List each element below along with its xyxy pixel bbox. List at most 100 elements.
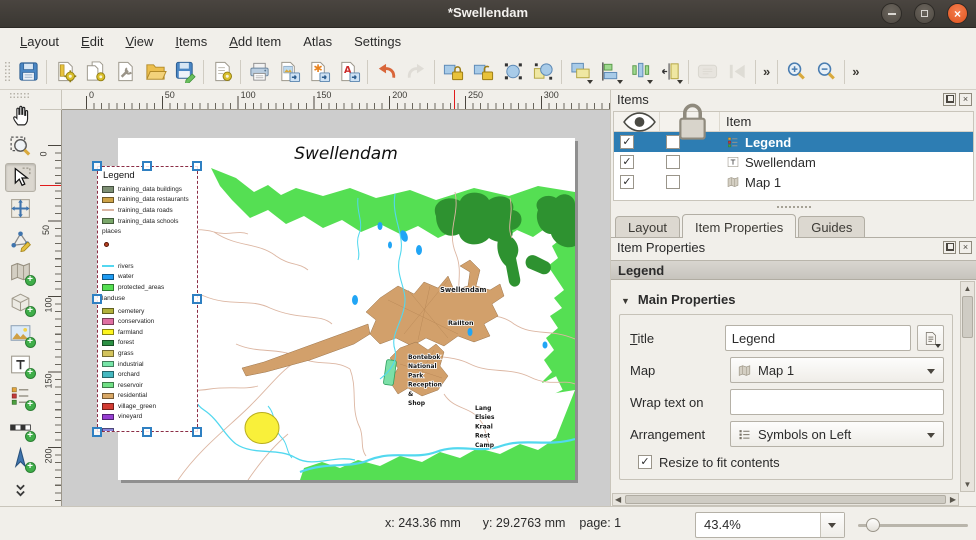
open-layout-button[interactable] <box>141 58 169 86</box>
vertical-scrollbar-thumb[interactable] <box>962 296 973 338</box>
selection-handle[interactable] <box>92 294 102 304</box>
zoom-slider[interactable] <box>858 524 968 527</box>
print-layout-button[interactable] <box>245 58 273 86</box>
toolbar-grip[interactable] <box>4 61 11 83</box>
menu-settings[interactable]: Settings <box>344 31 411 52</box>
close-button[interactable]: × <box>947 3 968 24</box>
label-item-icon <box>726 155 740 169</box>
export-as-pdf-button[interactable] <box>335 58 363 86</box>
duplicate-layout-button[interactable] <box>81 58 109 86</box>
menu-atlas[interactable]: Atlas <box>293 31 342 52</box>
layout-manager-button[interactable] <box>111 58 139 86</box>
zoom-combo-dropdown-icon[interactable] <box>820 513 844 537</box>
maximize-button[interactable] <box>914 3 935 24</box>
add-legend-tool[interactable]: + <box>5 381 36 410</box>
item-properties-float-icon[interactable] <box>943 241 956 254</box>
arrangement-select[interactable]: Symbols on Left <box>730 421 944 447</box>
edit-nodes-item-tool[interactable] <box>5 225 36 254</box>
menu-add-item[interactable]: Add Item <box>219 31 291 52</box>
lock-checkbox[interactable] <box>666 175 680 189</box>
tab-item-properties[interactable]: Item Properties <box>682 214 796 238</box>
atlas-first-feature-button[interactable] <box>723 58 751 86</box>
add-scalebar-tool[interactable]: + <box>5 413 36 442</box>
menu-edit[interactable]: Edit <box>71 31 113 52</box>
deselect-all-items-button[interactable] <box>529 58 557 86</box>
scroll-up-icon[interactable]: ▲ <box>961 282 974 295</box>
selection-handle[interactable] <box>192 294 202 304</box>
cursor-position-marker-y <box>40 185 61 186</box>
toolbar-overflow-2-icon[interactable]: » <box>848 64 863 79</box>
legend-entry-label: training_data restaurants <box>118 196 189 203</box>
selection-handle[interactable] <box>92 161 102 171</box>
selection-handle[interactable] <box>92 427 102 437</box>
raise-items-button[interactable] <box>566 58 594 86</box>
redo-button[interactable] <box>402 58 430 86</box>
item-properties-close-icon[interactable]: × <box>959 241 972 254</box>
lock-checkbox[interactable] <box>666 155 680 169</box>
selection-handle[interactable] <box>142 161 152 171</box>
resize-to-fit-checkbox[interactable]: ✓ <box>638 455 652 469</box>
move-item-content-tool[interactable] <box>5 194 36 223</box>
visibility-checkbox[interactable]: ✓ <box>620 175 634 189</box>
export-as-image-icon <box>278 60 301 83</box>
page-title-label[interactable]: Swellendam <box>294 144 398 164</box>
lock-items-button[interactable] <box>439 58 467 86</box>
pan-layout-tool[interactable] <box>5 101 36 130</box>
layout-viewport[interactable]: Swellendam Railton BontebokNationalParkR… <box>62 110 610 506</box>
horizontal-scrollbar-thumb[interactable] <box>625 495 946 504</box>
toolbar-overflow-icon[interactable]: » <box>759 64 774 79</box>
zoom-slider-handle[interactable] <box>866 518 880 532</box>
tab-layout[interactable]: Layout <box>615 216 680 237</box>
legend-item-selected[interactable]: Legend training_data buildingstraining_d… <box>97 166 198 432</box>
add-label-tool[interactable]: + <box>5 350 36 379</box>
add-north-arrow-tool[interactable]: + <box>5 444 36 473</box>
add-3d-map-tool[interactable]: + <box>5 288 36 317</box>
zoom-layout-tool[interactable] <box>5 132 36 161</box>
data-defined-override-button[interactable] <box>917 325 944 351</box>
toolbox-overflow-tool[interactable] <box>5 476 36 505</box>
zoom-level-combo[interactable]: 43.4% <box>695 512 845 538</box>
legend-swatch <box>102 428 114 432</box>
menu-layout[interactable]: Layout <box>10 31 69 52</box>
wrap-text-input[interactable] <box>730 389 944 415</box>
panel-splitter[interactable] <box>611 203 976 211</box>
scroll-left-icon[interactable]: ◀ <box>615 494 621 506</box>
main-properties-section[interactable]: ▼Main Properties <box>621 292 735 307</box>
items-panel-close-icon[interactable]: × <box>959 93 972 106</box>
save-project-button[interactable] <box>14 58 42 86</box>
undo-button[interactable] <box>372 58 400 86</box>
selection-handle[interactable] <box>192 161 202 171</box>
visibility-checkbox[interactable]: ✓ <box>620 135 634 149</box>
zoom-in-button[interactable] <box>782 58 810 86</box>
export-as-svg-button[interactable] <box>305 58 333 86</box>
scroll-right-icon[interactable]: ▶ <box>950 494 956 506</box>
horizontal-scrollbar[interactable]: ◀ ▶ <box>612 493 959 506</box>
select-all-items-button[interactable] <box>499 58 527 86</box>
add-picture-tool[interactable]: + <box>5 319 36 348</box>
horizontal-ruler[interactable]: 050100150200250300 <box>62 90 610 110</box>
items-panel-float-icon[interactable] <box>943 93 956 106</box>
toolbox-grip[interactable] <box>9 92 31 98</box>
tab-guides[interactable]: Guides <box>798 216 865 237</box>
legend-title-input[interactable] <box>725 325 911 351</box>
new-from-template-button[interactable] <box>208 58 236 86</box>
map-select[interactable]: Map 1 <box>730 357 944 383</box>
export-as-image-button[interactable] <box>275 58 303 86</box>
add-map-tool[interactable]: + <box>5 257 36 286</box>
minimize-button[interactable] <box>881 3 902 24</box>
legend-entry: farmland <box>102 327 197 338</box>
vertical-scrollbar[interactable]: ▲ ▼ <box>960 281 975 492</box>
zoom-out-button[interactable] <box>812 58 840 86</box>
menu-items[interactable]: Items <box>165 31 217 52</box>
selection-handle[interactable] <box>192 427 202 437</box>
new-layout-button[interactable] <box>51 58 79 86</box>
vertical-ruler[interactable]: 050100150200 <box>40 110 62 506</box>
menu-view[interactable]: View <box>115 31 163 52</box>
visibility-checkbox[interactable]: ✓ <box>620 155 634 169</box>
selection-handle[interactable] <box>142 427 152 437</box>
select-move-item-tool[interactable] <box>5 163 36 192</box>
scroll-down-icon[interactable]: ▼ <box>961 478 974 491</box>
unlock-items-button[interactable] <box>469 58 497 86</box>
lock-checkbox[interactable] <box>666 135 680 149</box>
save-as-template-button[interactable] <box>171 58 199 86</box>
